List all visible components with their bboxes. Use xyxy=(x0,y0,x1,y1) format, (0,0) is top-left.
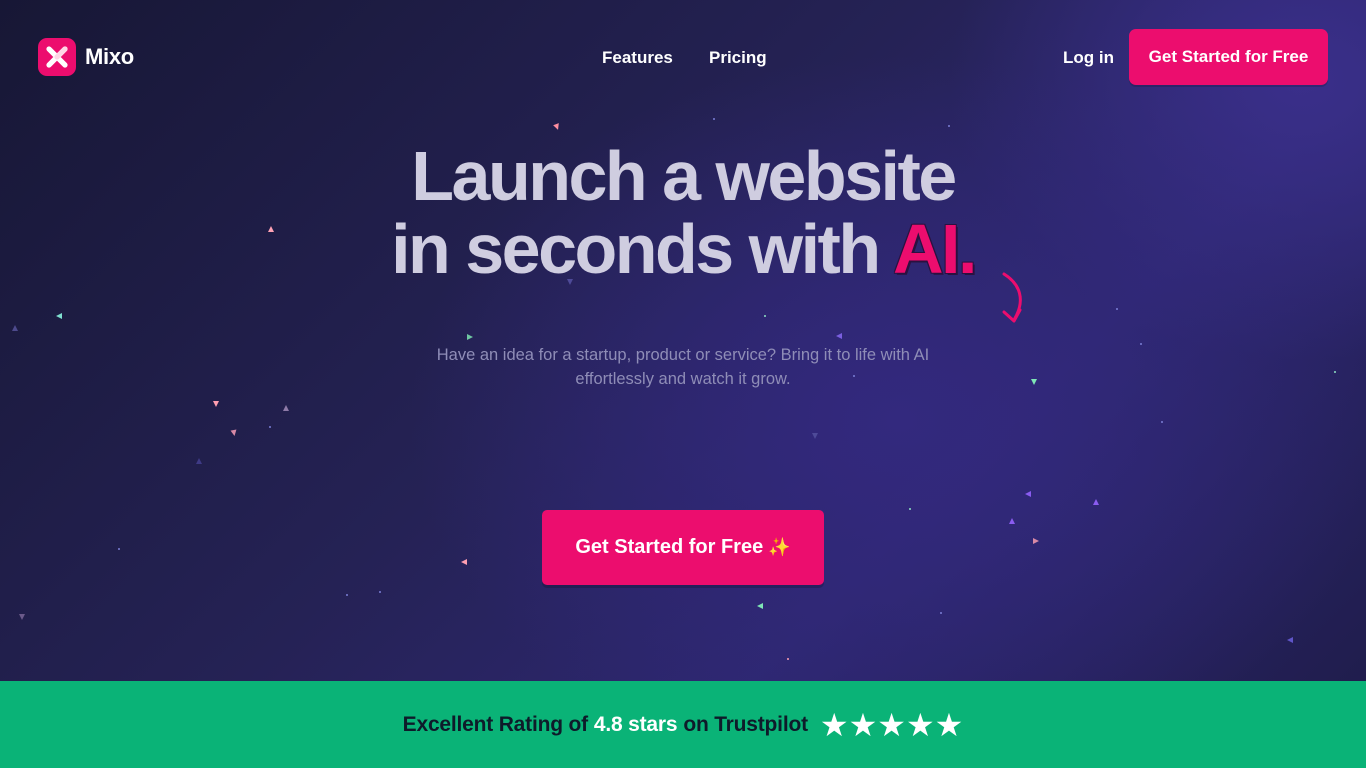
star-dot xyxy=(909,508,911,510)
confetti-particle xyxy=(283,405,289,411)
confetti-particle xyxy=(812,433,818,439)
nav-link-features[interactable]: Features xyxy=(602,48,673,68)
confetti-particle xyxy=(56,313,62,319)
x-mark-icon xyxy=(38,38,76,76)
confetti-particle xyxy=(836,333,842,339)
hero-headline: Launch a website in seconds with AI. xyxy=(0,140,1366,286)
star-dot xyxy=(379,591,381,593)
hero-get-started-button[interactable]: Get Started for Free ✨ xyxy=(542,510,824,585)
star-dot xyxy=(764,315,766,317)
headline-highlight: AI. xyxy=(892,210,977,288)
trustpilot-rating-band: Excellent Rating of 4.8 stars on Trustpi… xyxy=(0,681,1366,768)
confetti-particle xyxy=(1033,538,1039,544)
confetti-particle xyxy=(196,458,202,464)
login-link[interactable]: Log in xyxy=(1063,48,1114,68)
curved-arrow-icon xyxy=(1002,272,1022,323)
rating-prefix: Excellent Rating of xyxy=(402,712,588,736)
headline-line-1: Launch a website xyxy=(411,137,957,215)
confetti-particle xyxy=(1287,637,1293,643)
star-dot xyxy=(940,612,942,614)
rating-suffix: on Trustpilot xyxy=(683,712,808,736)
nav-get-started-button[interactable]: Get Started for Free xyxy=(1129,29,1328,85)
star-dot xyxy=(787,658,789,660)
star-dot xyxy=(1140,343,1142,345)
confetti-particle xyxy=(461,559,467,565)
rating-stars-icon: ★★★★★ xyxy=(819,706,964,743)
top-nav: Mixo Features Pricing Log in Get Started… xyxy=(0,0,1366,115)
confetti-particle xyxy=(553,123,561,131)
confetti-particle xyxy=(1009,518,1015,524)
confetti-particle xyxy=(757,603,763,609)
confetti-particle xyxy=(1025,491,1031,497)
star-dot xyxy=(118,548,120,550)
sparkles-icon: ✨ xyxy=(768,537,791,557)
confetti-particle xyxy=(1093,499,1099,505)
hero-subtitle: Have an idea for a startup, product or s… xyxy=(436,346,930,388)
confetti-particle xyxy=(230,429,238,437)
confetti-particle xyxy=(19,614,25,620)
headline-line-2: in seconds with xyxy=(391,210,893,288)
star-dot xyxy=(1334,371,1336,373)
rating-score: 4.8 stars xyxy=(593,712,678,736)
brand-name: Mixo xyxy=(85,44,134,69)
confetti-particle xyxy=(12,325,18,331)
star-dot xyxy=(269,426,271,428)
confetti-particle xyxy=(467,334,473,340)
hero-cta-label: Get Started for Free xyxy=(575,536,764,558)
star-dot xyxy=(1161,421,1163,423)
brand-logo[interactable]: Mixo xyxy=(38,38,134,76)
star-dot xyxy=(1116,308,1118,310)
star-dot xyxy=(346,594,348,596)
confetti-particle xyxy=(1031,379,1037,385)
star-dot xyxy=(713,118,715,120)
star-dot xyxy=(948,125,950,127)
confetti-particle xyxy=(213,401,219,407)
nav-link-pricing[interactable]: Pricing xyxy=(709,48,767,68)
